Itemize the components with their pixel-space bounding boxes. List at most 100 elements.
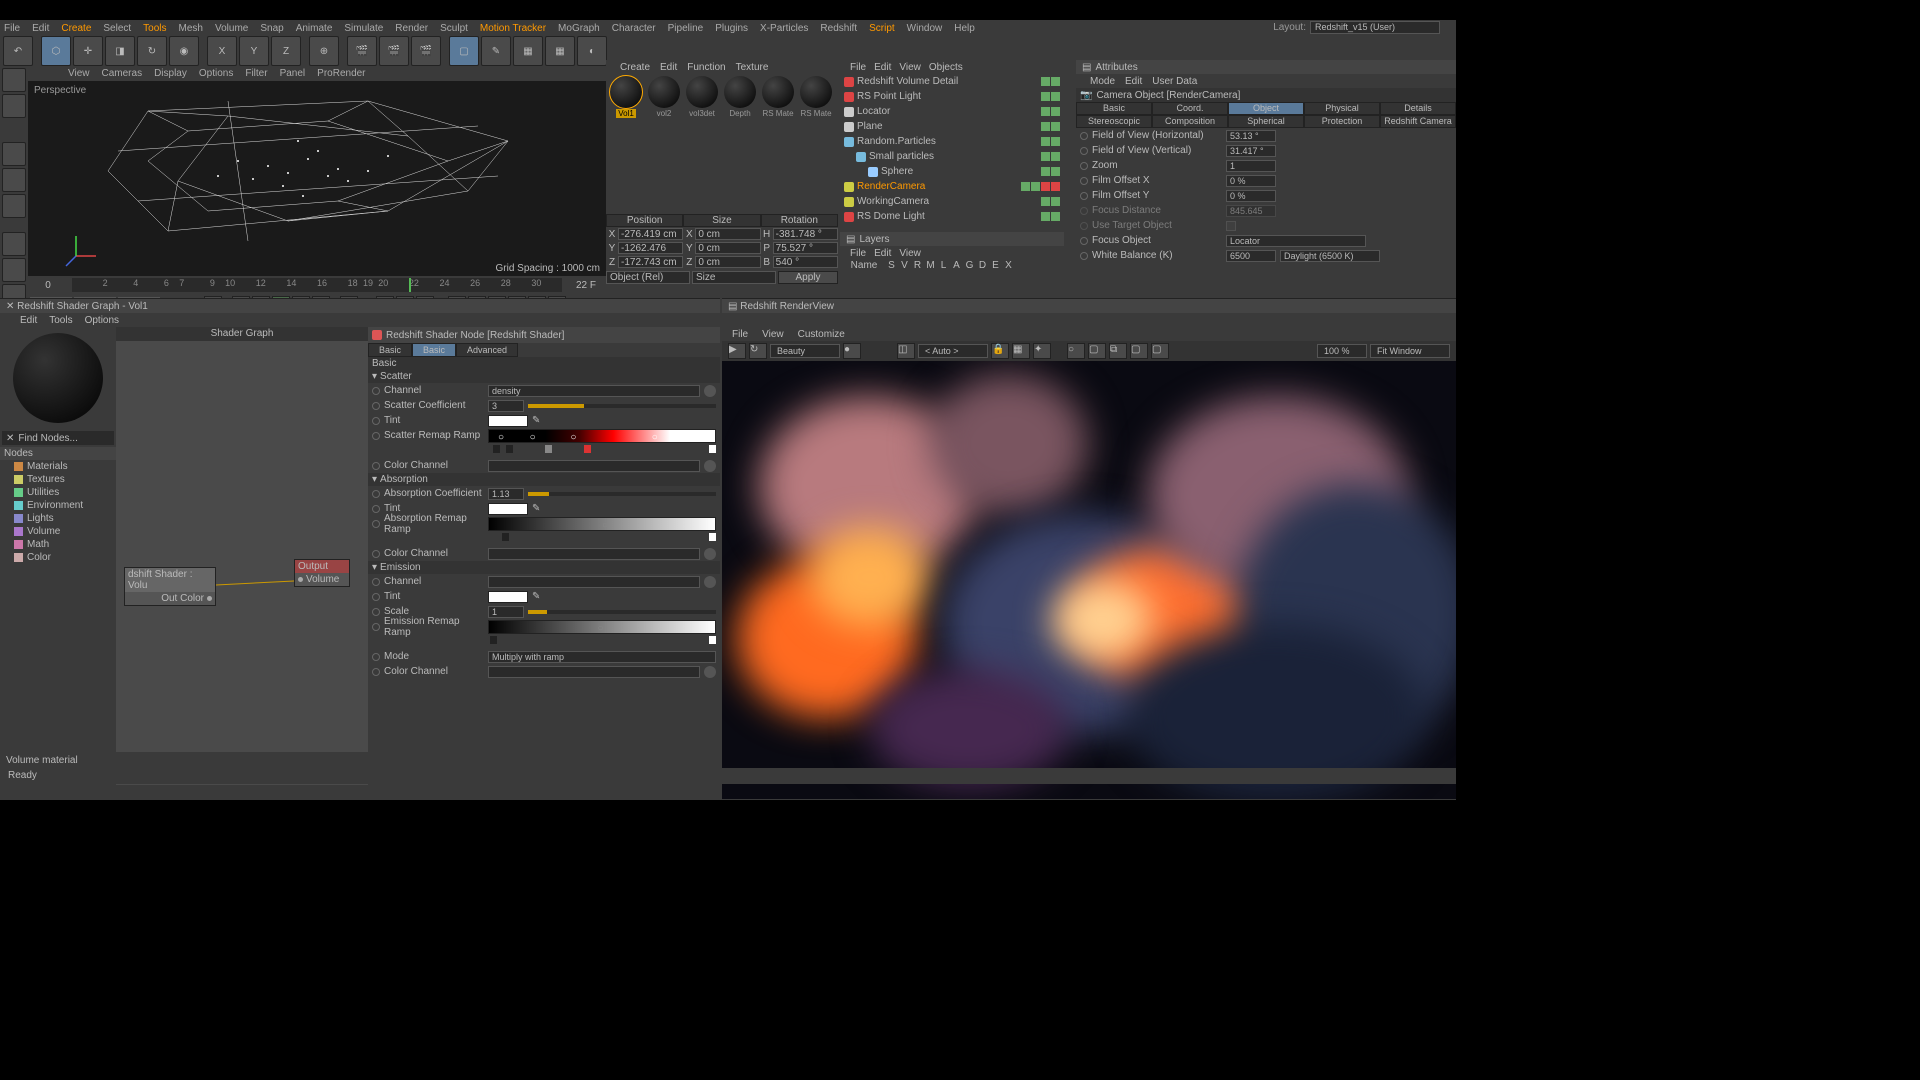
material-thumb[interactable]: RS Mate <box>798 76 834 118</box>
output-node[interactable]: Output Volume <box>294 559 350 587</box>
tab-advanced[interactable]: Advanced <box>456 343 518 357</box>
lasso-tool-button[interactable]: ◉ <box>169 36 199 66</box>
vp-menu-prorender[interactable]: ProRender <box>317 68 365 79</box>
material-thumb[interactable]: vol2 <box>646 76 682 118</box>
om-menu-edit[interactable]: Edit <box>874 62 891 73</box>
rv-lock-button[interactable]: 🔒 <box>991 343 1009 359</box>
render-region-button[interactable]: 🎬 <box>379 36 409 66</box>
fit-dropdown[interactable]: Fit Window <box>1370 344 1450 358</box>
color-channel-input[interactable] <box>488 666 700 678</box>
menu-mograph[interactable]: MoGraph <box>558 23 600 34</box>
anim-dot[interactable] <box>372 550 380 558</box>
mb-menu-create[interactable]: Create <box>620 62 650 73</box>
close-icon[interactable]: ✕ <box>6 301 14 312</box>
om-menu-objects[interactable]: Objects <box>929 62 963 73</box>
anim-dot[interactable] <box>1080 237 1088 245</box>
menu-script[interactable]: Script <box>869 23 895 34</box>
anim-dot[interactable] <box>1080 192 1088 200</box>
layout-dropdown[interactable]: Redshift_v15 (User) <box>1310 21 1440 34</box>
coord-size-dropdown[interactable]: Size <box>692 271 776 284</box>
anim-dot[interactable] <box>372 520 380 528</box>
shader-node[interactable]: dshift Shader : Volu Out Color <box>124 567 216 606</box>
anim-dot[interactable] <box>1080 252 1088 260</box>
size-input[interactable]: 0 cm <box>695 256 760 268</box>
attr-dropdown[interactable]: Daylight (6500 K) <box>1280 250 1380 262</box>
edge-mode-button[interactable] <box>2 168 26 192</box>
at-menu-user-data[interactable]: User Data <box>1152 76 1197 87</box>
cube-button[interactable]: ▢ <box>449 36 479 66</box>
vertex-mode-button[interactable] <box>2 258 26 282</box>
move-tool-button[interactable]: ✛ <box>73 36 103 66</box>
anim-dot[interactable] <box>372 623 380 631</box>
menu-tools[interactable]: Tools <box>143 23 166 34</box>
attr-tab[interactable]: Redshift Camera <box>1380 115 1456 128</box>
ramp-handles[interactable] <box>488 533 716 545</box>
tree-item[interactable]: Utilities <box>0 486 116 499</box>
coord-mode-dropdown[interactable]: Object (Rel) <box>606 271 690 284</box>
tab-basic-2[interactable]: Basic <box>412 343 456 357</box>
anim-dot[interactable] <box>372 402 380 410</box>
anim-dot[interactable] <box>1080 207 1088 215</box>
object-row[interactable]: Small particles <box>840 149 1064 164</box>
anim-dot[interactable] <box>372 462 380 470</box>
render-image[interactable] <box>722 361 1456 799</box>
vp-menu-cameras[interactable]: Cameras <box>102 68 143 79</box>
link-icon[interactable] <box>704 576 716 588</box>
layer-col[interactable]: S <box>886 260 897 271</box>
attr-tab[interactable]: Spherical <box>1228 115 1304 128</box>
channel-input[interactable] <box>488 576 700 588</box>
object-row[interactable]: Random.Particles <box>840 134 1064 149</box>
tree-item[interactable]: Color <box>0 551 116 564</box>
timeline-ruler[interactable]: 24679101214161819202224262830 <box>72 278 562 292</box>
axis-y-button[interactable]: Y <box>239 36 269 66</box>
anim-dot[interactable] <box>1080 177 1088 185</box>
anim-dot[interactable] <box>372 490 380 498</box>
size-input[interactable]: 0 cm <box>695 242 760 254</box>
uv-mode-button[interactable] <box>2 232 26 256</box>
attr-tab[interactable]: Composition <box>1152 115 1228 128</box>
sh-menu-tools[interactable]: Tools <box>49 315 72 326</box>
link-icon[interactable] <box>704 385 716 397</box>
menu-plugins[interactable]: Plugins <box>715 23 748 34</box>
rv-grid-button[interactable]: ▦ <box>1012 343 1030 359</box>
tree-item[interactable]: Materials <box>0 460 116 473</box>
menu-redshift[interactable]: Redshift <box>820 23 857 34</box>
menu-create[interactable]: Create <box>61 23 91 34</box>
ly-menu-view[interactable]: View <box>899 248 921 259</box>
eyedropper-icon[interactable]: ✎ <box>532 503 540 514</box>
timeline[interactable]: 0 24679101214161819202224262830 22 F <box>28 276 606 294</box>
object-row[interactable]: RenderCamera <box>840 179 1064 194</box>
layer-col[interactable]: E <box>990 260 1001 271</box>
tint-swatch[interactable] <box>488 415 528 427</box>
menu-volume[interactable]: Volume <box>215 23 248 34</box>
shader-graph-canvas[interactable]: Shader Graph dshift Shader : Volu Out Co… <box>116 327 368 785</box>
zoom-dropdown[interactable]: 100 % <box>1317 344 1367 358</box>
menu-pipeline[interactable]: Pipeline <box>668 23 704 34</box>
render-refresh-button[interactable]: ↻ <box>749 343 767 359</box>
find-nodes-input[interactable]: Find Nodes... <box>18 433 77 444</box>
menu-sculpt[interactable]: Sculpt <box>440 23 468 34</box>
model-mode-button[interactable] <box>2 68 26 92</box>
object-row[interactable]: Redshift Volume Detail <box>840 74 1064 89</box>
attr-input[interactable]: Locator <box>1226 235 1366 247</box>
deformer-button[interactable]: ◐ <box>577 36 607 66</box>
material-thumb[interactable]: Depth <box>722 76 758 118</box>
ly-menu-file[interactable]: File <box>850 248 866 259</box>
rv-menu-customize[interactable]: Customize <box>798 329 845 340</box>
link-icon[interactable] <box>704 460 716 472</box>
rot-input[interactable]: -381.748 ° <box>773 228 838 240</box>
anim-dot[interactable] <box>372 387 380 395</box>
object-row[interactable]: Plane <box>840 119 1064 134</box>
link-icon[interactable] <box>704 548 716 560</box>
collapse-icon[interactable]: ▾ <box>372 474 377 485</box>
size-input[interactable]: 0 cm <box>695 228 760 240</box>
attr-input[interactable]: 53.13 ° <box>1226 130 1276 142</box>
rot-input[interactable]: 540 ° <box>773 256 838 268</box>
aov-dropdown[interactable]: Beauty <box>770 344 840 358</box>
render-button[interactable]: 🎬 <box>347 36 377 66</box>
tree-item[interactable]: Volume <box>0 525 116 538</box>
menu-help[interactable]: Help <box>954 23 975 34</box>
coord-sys-button[interactable]: ⊕ <box>309 36 339 66</box>
material-thumb[interactable]: vol3det <box>684 76 720 118</box>
menu-window[interactable]: Window <box>907 23 943 34</box>
